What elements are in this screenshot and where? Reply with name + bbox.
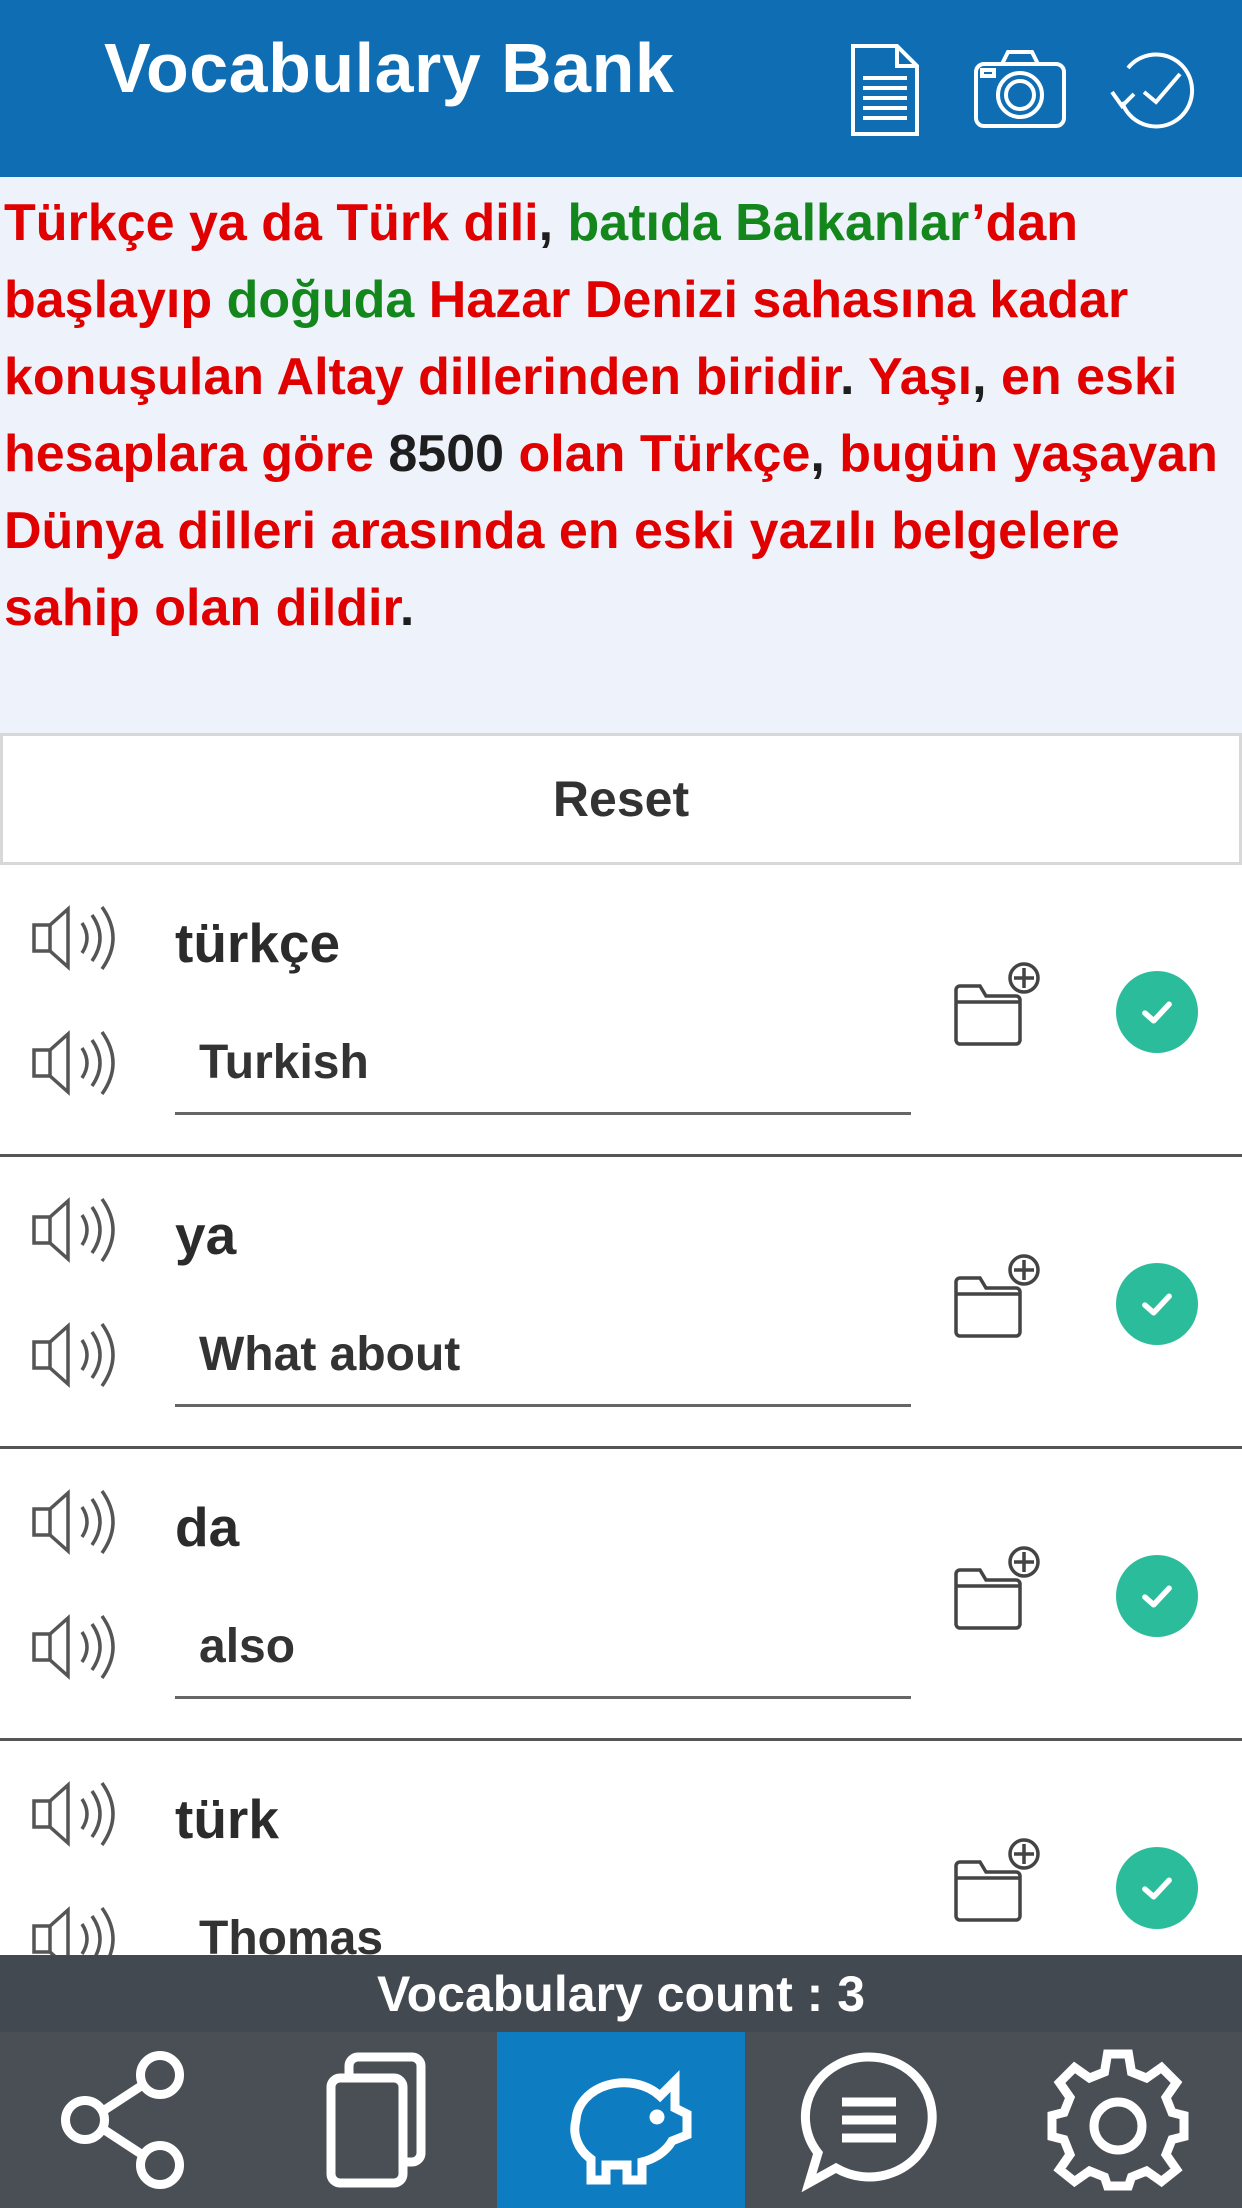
passage-segment[interactable]: .: [840, 348, 868, 406]
check-icon[interactable]: [1116, 1263, 1198, 1345]
share-icon: [61, 2051, 185, 2189]
meaning-field[interactable]: also: [175, 1599, 911, 1699]
add-to-folder-icon[interactable]: [950, 1836, 1042, 1928]
meaning-field[interactable]: Turkish: [175, 1015, 911, 1115]
check-icon[interactable]: [1116, 971, 1198, 1053]
reset-button[interactable]: Reset: [0, 733, 1242, 865]
speaker-icon[interactable]: [28, 1028, 126, 1098]
passage-segment[interactable]: Türkçe ya da Türk dili: [4, 194, 539, 252]
passage-segment[interactable]: ,: [539, 194, 568, 252]
passage-segment[interactable]: ’dan: [971, 194, 1078, 252]
reading-passage: Türkçe ya da Türk dili, batıda Balkanlar…: [0, 177, 1242, 733]
tab-vocabulary-bank[interactable]: [496, 2032, 746, 2208]
tab-chat[interactable]: [745, 2032, 993, 2208]
passage-segment[interactable]: 8500: [388, 425, 504, 483]
history-icon[interactable]: [1106, 40, 1206, 140]
document-icon[interactable]: [835, 40, 935, 140]
add-to-folder-icon[interactable]: [950, 960, 1042, 1052]
vocabulary-row: ya What about: [0, 1157, 1242, 1449]
meaning-field[interactable]: What about: [175, 1307, 911, 1407]
app-header: Vocabulary Bank: [0, 0, 1242, 177]
passage-segment[interactable]: ,: [972, 348, 1001, 406]
tab-copy[interactable]: [248, 2032, 496, 2208]
speaker-icon[interactable]: [28, 1612, 126, 1682]
vocabulary-word: da: [175, 1496, 240, 1558]
chat-icon: [801, 2052, 938, 2193]
speaker-icon[interactable]: [28, 1487, 126, 1557]
passage-segment[interactable]: Yaşı: [868, 348, 972, 406]
speaker-icon[interactable]: [28, 1779, 126, 1849]
speaker-icon[interactable]: [28, 1195, 126, 1265]
tab-settings[interactable]: [994, 2032, 1242, 2208]
passage-segment[interactable]: batıda Balkanlar: [568, 194, 972, 252]
check-icon[interactable]: [1116, 1555, 1198, 1637]
bottom-nav: [0, 2032, 1242, 2208]
vocabulary-word: türk: [175, 1788, 279, 1850]
vocabulary-word: ya: [175, 1204, 237, 1266]
add-to-folder-icon[interactable]: [950, 1544, 1042, 1636]
copy-icon: [326, 2052, 426, 2188]
camera-icon[interactable]: [970, 40, 1070, 140]
settings-icon: [1047, 2049, 1189, 2191]
speaker-icon[interactable]: [28, 1904, 126, 1955]
passage-segment[interactable]: .: [400, 579, 414, 637]
vocabulary-row: türk Thomas: [0, 1741, 1242, 1955]
add-to-folder-icon[interactable]: [950, 1252, 1042, 1344]
speaker-icon[interactable]: [28, 1320, 126, 1390]
speaker-icon[interactable]: [28, 903, 126, 973]
page-title: Vocabulary Bank: [104, 29, 675, 107]
vocabulary-count: Vocabulary count : 3: [0, 1955, 1242, 2032]
piggy-bank-icon: [570, 2070, 692, 2185]
vocabulary-row: türkçe Turkish: [0, 865, 1242, 1157]
passage-segment[interactable]: ,: [810, 425, 839, 483]
meaning-field[interactable]: Thomas: [175, 1891, 911, 1955]
passage-segment[interactable]: olan Türkçe: [504, 425, 811, 483]
vocabulary-word: türkçe: [175, 912, 341, 974]
vocabulary-row: da also: [0, 1449, 1242, 1741]
passage-segment[interactable]: doğuda: [227, 271, 415, 329]
vocabulary-list[interactable]: türkçe Turkish ya What about da also türk Thoma…: [0, 865, 1242, 1955]
passage-segment[interactable]: başlayıp: [4, 271, 227, 329]
check-icon[interactable]: [1116, 1847, 1198, 1929]
tab-share[interactable]: [0, 2032, 248, 2208]
